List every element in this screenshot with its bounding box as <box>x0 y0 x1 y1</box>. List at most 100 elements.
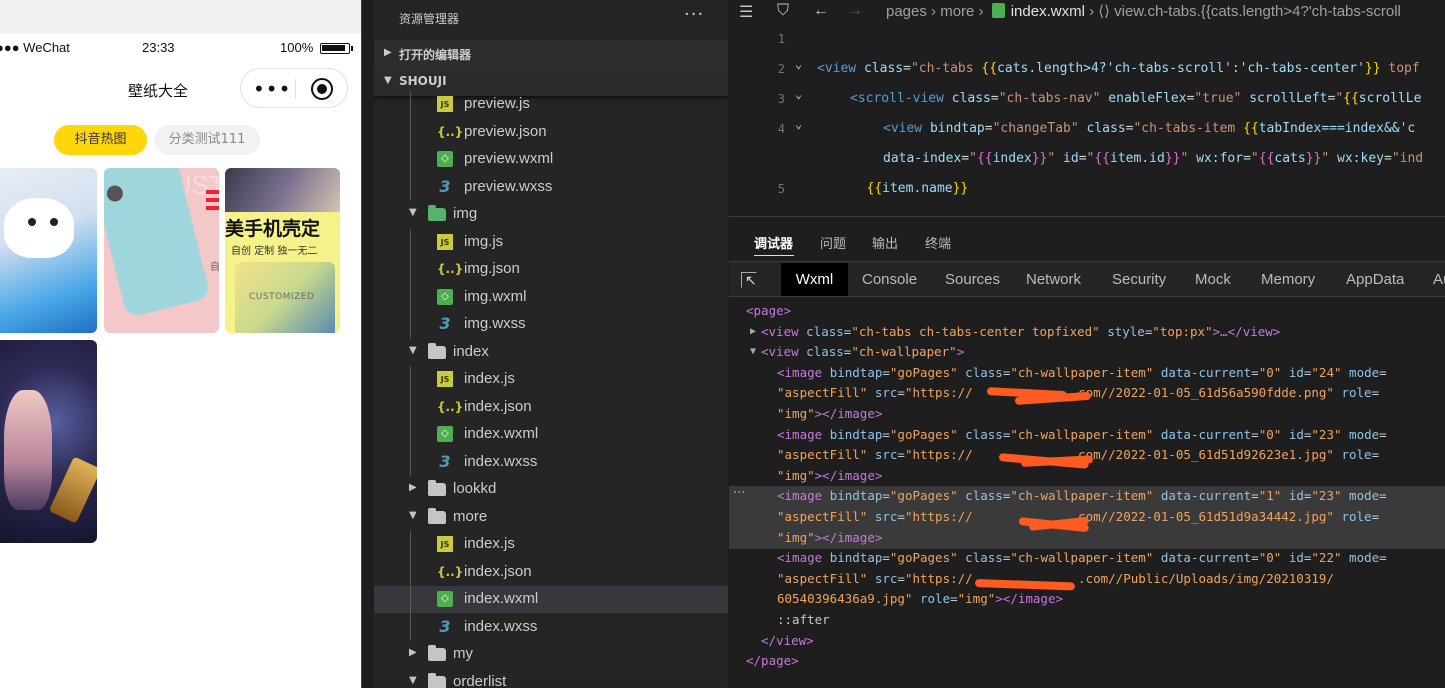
tree-file[interactable]: 3 img.wxss <box>374 311 728 338</box>
wallpaper-thumb-3[interactable]: 美手机壳定 自创 定制 独一无二 CUSTOMIZED <box>225 168 340 333</box>
code-text[interactable]: <view class="ch-tabs {{cats.length>4?'ch… <box>817 61 1420 76</box>
tree-folder[interactable]: ▼ more <box>374 504 728 531</box>
tab-sources[interactable]: Sources <box>945 271 1000 288</box>
fold-chevron-icon[interactable]: ⌄ <box>795 57 802 71</box>
fold-chevron-icon[interactable]: ⌄ <box>795 87 802 101</box>
section-open-editors[interactable]: ▶ 打开的编辑器 <box>374 40 728 68</box>
breadcrumb-folders[interactable]: pages › more › <box>886 3 988 20</box>
code-text[interactable]: <view bindtap="changeTab" class="ch-tabs… <box>883 121 1415 136</box>
wxml-node-line[interactable]: <image bindtap="goPages" class="ch-wallp… <box>729 363 1445 384</box>
arrow-right-icon[interactable]: → <box>847 2 863 20</box>
wxml-node-line[interactable]: <image bindtap="goPages" class="ch-wallp… <box>729 486 1445 508</box>
tab-category-test[interactable]: 分类测试111 <box>154 125 260 155</box>
tree-folder[interactable]: ▼ orderlist <box>374 669 728 688</box>
close-target-icon[interactable] <box>311 78 333 100</box>
wxml-node-line[interactable]: "aspectFill" src="https:// .com//Public/… <box>729 569 1445 590</box>
tab-security[interactable]: Security <box>1112 271 1166 288</box>
tab-mock[interactable]: Mock <box>1195 271 1231 288</box>
tab-audits[interactable]: Audits <box>1433 271 1445 288</box>
phone-camera <box>105 183 125 204</box>
chevron-down-icon[interactable]: ▼ <box>750 346 756 357</box>
chevron-down-icon[interactable]: ▼ <box>409 207 417 218</box>
wxml-node-line[interactable]: ::after <box>729 610 1445 631</box>
chevron-right-icon[interactable]: ▶ <box>409 482 417 493</box>
tree-folder[interactable]: ▼ index <box>374 339 728 366</box>
code-line[interactable]: 1 <box>729 31 1445 55</box>
tab-wxml[interactable]: Wxml <box>781 263 848 296</box>
tree-file[interactable]: ◇ index.wxml <box>374 421 728 448</box>
arrow-left-icon[interactable]: ← <box>813 2 829 20</box>
code-line[interactable]: 2 ⌄ <view class="ch-tabs {{cats.length>4?'… <box>729 57 1445 85</box>
tree-file[interactable]: JS preview.js <box>374 91 728 118</box>
wxml-node-line[interactable]: </view> <box>729 631 1445 652</box>
more-actions-icon[interactable]: ··· <box>684 4 704 25</box>
tree-file[interactable]: JS index.js <box>374 531 728 558</box>
wxml-node-text: <view class="ch-tabs ch-tabs-center topf… <box>761 324 1280 339</box>
miniprogram-capsule[interactable]: ••• <box>240 68 348 108</box>
tab-memory[interactable]: Memory <box>1261 271 1315 288</box>
tree-file[interactable]: ◇ index.wxml <box>374 586 728 613</box>
chevron-down-icon[interactable]: ▼ <box>409 510 417 521</box>
tree-file[interactable]: 3 index.wxss <box>374 449 728 476</box>
tab-terminal[interactable]: 终端 <box>925 233 951 252</box>
wxml-node-line[interactable]: "img"></image> <box>729 466 1445 487</box>
code-line[interactable]: 5 {{item.name}} <box>729 181 1445 205</box>
breadcrumb-path[interactable]: pages › more › index.wxml › ⟨⟩ view.ch-t… <box>886 2 1401 20</box>
tree-file[interactable]: 3 index.wxss <box>374 614 728 641</box>
code-line[interactable]: data-index="{{index}}" id="{{item.id}}" … <box>729 151 1445 175</box>
tree-file[interactable]: {..} preview.json <box>374 119 728 146</box>
tab-console[interactable]: Console <box>862 271 917 288</box>
code-token: "ind <box>1391 151 1424 166</box>
tab-douyin-hot[interactable]: 抖音热图 <box>54 125 147 155</box>
breadcrumb-symbol[interactable]: › ⟨⟩ view.ch-tabs.{{cats.length>4?'ch-ta… <box>1085 3 1401 20</box>
wallpaper-thumb-4[interactable] <box>0 340 97 543</box>
inspect-element-icon[interactable] <box>741 272 757 289</box>
tab-problems[interactable]: 问题 <box>820 233 846 252</box>
bookmark-icon[interactable]: ⛉ <box>777 2 789 20</box>
tab-appdata[interactable]: AppData <box>1346 271 1404 288</box>
wxml-node-line[interactable]: <image bindtap="goPages" class="ch-wallp… <box>729 425 1445 446</box>
tree-file[interactable]: {..} index.json <box>374 394 728 421</box>
tree-file[interactable]: {..} img.json <box>374 256 728 283</box>
chevron-right-icon[interactable]: ▶ <box>409 647 417 658</box>
code-text[interactable]: <scroll-view class="ch-tabs-nav" enableF… <box>850 91 1421 106</box>
tab-debugger[interactable]: 调试器 <box>754 233 795 256</box>
node-actions-dots-icon[interactable]: ··· <box>733 486 745 501</box>
tree-file[interactable]: ◇ img.wxml <box>374 284 728 311</box>
wxml-node-line[interactable]: 60540396436a9.jpg" role="img"></image> <box>729 589 1445 610</box>
code-text[interactable]: {{item.name}} <box>867 181 969 196</box>
wxml-node-line[interactable]: <image bindtap="goPages" class="ch-wallp… <box>729 548 1445 569</box>
tree-file[interactable]: 3 preview.wxss <box>374 174 728 201</box>
tree-folder[interactable]: ▶ lookkd <box>374 476 728 503</box>
wxml-node-line[interactable]: </page> <box>729 651 1445 672</box>
more-dots-icon[interactable]: ••• <box>253 77 291 101</box>
fold-chevron-icon[interactable]: ⌄ <box>795 117 802 131</box>
code-text[interactable]: data-index="{{index}}" id="{{item.id}}" … <box>883 151 1423 166</box>
chevron-down-icon[interactable]: ▼ <box>409 345 417 356</box>
tab-output[interactable]: 输出 <box>872 233 898 252</box>
tree-file[interactable]: {..} index.json <box>374 559 728 586</box>
wallpaper-thumb-2[interactable]: CUSTOM 自 <box>104 168 219 333</box>
code-line[interactable]: 3 ⌄ <scroll-view class="ch-tabs-nav" enabl… <box>729 87 1445 115</box>
breadcrumb-file[interactable]: index.wxml <box>1011 3 1085 20</box>
tree-folder[interactable]: ▼ img <box>374 201 728 228</box>
list-icon[interactable]: ☰ <box>739 2 753 22</box>
code-editor[interactable]: ☰ ⛉ ← → pages › more › index.wxml › ⟨⟩ v… <box>729 0 1445 216</box>
tree-item-label: preview.json <box>464 122 547 140</box>
tree-file[interactable]: JS index.js <box>374 366 728 393</box>
tree-file[interactable]: ◇ preview.wxml <box>374 146 728 173</box>
wxml-node-line[interactable]: ▶ <view class="ch-tabs ch-tabs-center top… <box>729 322 1445 343</box>
chevron-right-icon[interactable]: ▶ <box>750 326 756 337</box>
wxml-token: id <box>1288 426 1304 442</box>
wxss-file-icon: 3 <box>439 314 451 333</box>
wxml-node-line[interactable]: "img"></image> <box>729 404 1445 425</box>
code-token: index <box>992 151 1032 166</box>
code-line[interactable]: 4 ⌄ <view bindtap="changeTab" class="ch-ta… <box>729 117 1445 145</box>
wallpaper-thumb-1[interactable] <box>0 168 97 333</box>
wxml-node-line[interactable]: ▼ <view class="ch-wallpaper"> <box>729 342 1445 363</box>
chevron-down-icon[interactable]: ▼ <box>409 675 417 686</box>
tree-folder[interactable]: ▶ my <box>374 641 728 668</box>
tree-file[interactable]: JS img.js <box>374 229 728 256</box>
wxml-node-line[interactable]: <page> <box>729 301 1445 322</box>
tab-network[interactable]: Network <box>1026 271 1081 288</box>
